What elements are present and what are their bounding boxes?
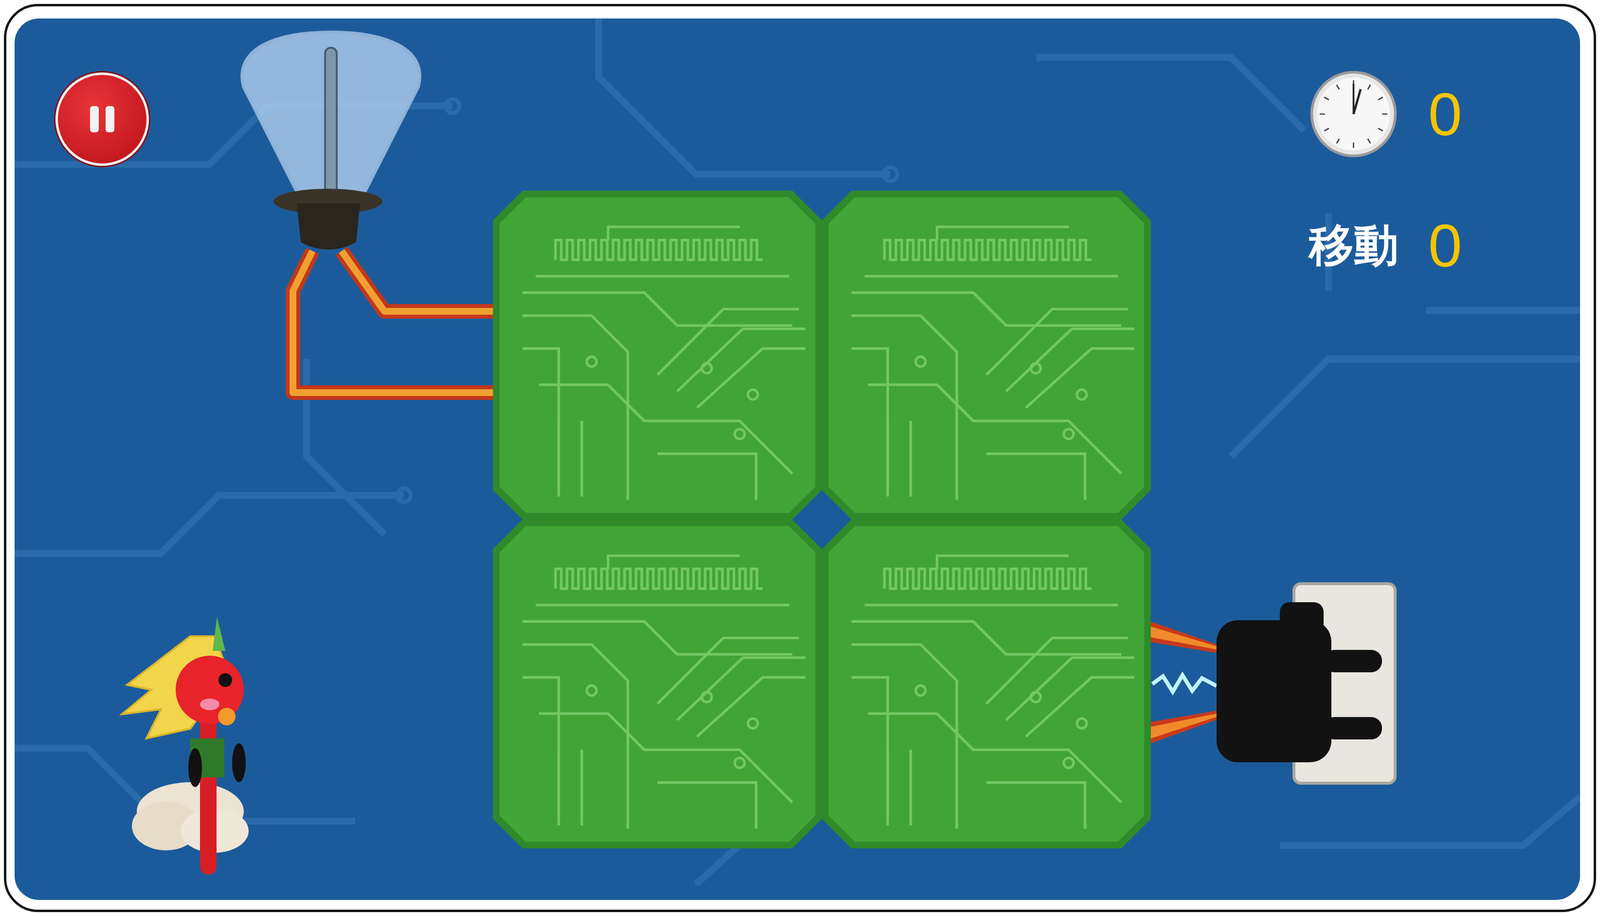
character: [122, 617, 249, 875]
game-frame: 0 移動 0: [0, 0, 1600, 916]
pause-icon: [80, 97, 125, 142]
circuit-tile[interactable]: [821, 519, 1151, 849]
spark-icon: [1152, 675, 1217, 692]
circuit-tile[interactable]: [492, 519, 822, 849]
circuit-tile-icon: [492, 190, 822, 520]
light-bulb: [241, 32, 420, 250]
hud: 0 移動 0: [1309, 69, 1463, 280]
time-value: 0: [1428, 80, 1463, 148]
bulb-wires: [292, 251, 497, 393]
power-plug: [1150, 583, 1396, 784]
circuit-tile[interactable]: [821, 190, 1151, 520]
moves-value: 0: [1428, 212, 1463, 280]
tile-board: [492, 190, 1151, 849]
circuit-tile[interactable]: [492, 190, 822, 520]
game-panel: 0 移動 0: [14, 18, 1581, 901]
moves-label: 移動: [1309, 218, 1407, 273]
pause-button[interactable]: [55, 72, 149, 166]
circuit-tile-icon: [821, 190, 1151, 520]
background-circuit: [14, 18, 1581, 885]
circuit-tile-icon: [821, 519, 1151, 849]
screen-border: 0 移動 0: [3, 3, 1597, 913]
clock-icon: [1309, 69, 1399, 159]
circuit-tile-icon: [492, 519, 822, 849]
